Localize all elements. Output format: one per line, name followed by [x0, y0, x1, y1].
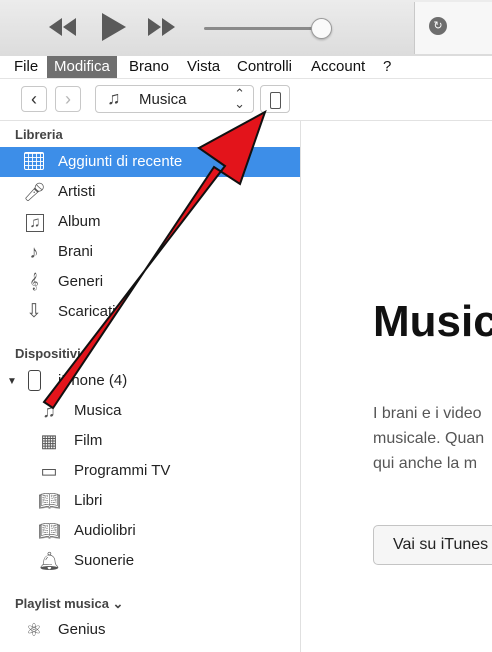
itunes-status-icon: ↻	[429, 17, 447, 35]
device-item-label: Audiolibri	[74, 522, 136, 539]
menu-help[interactable]: ?	[376, 56, 398, 78]
volume-knob[interactable]	[311, 18, 332, 39]
sidebar-item-artists[interactable]: 🎤︎ Artisti	[0, 177, 300, 207]
device-item-label: Film	[74, 432, 103, 449]
music-note-icon: ♫	[107, 88, 121, 108]
menu-bar: File Modifica Brano Vista Controlli Acco…	[0, 56, 492, 79]
sidebar-item-label: Aggiunti di recente	[58, 153, 183, 170]
bell-icon: 🔔︎	[38, 551, 61, 571]
menu-account[interactable]: Account	[304, 56, 372, 78]
menu-controlli[interactable]: Controlli	[230, 56, 299, 78]
sidebar-item-genres[interactable]: 𝄞 Generi	[0, 267, 300, 297]
device-item-ringtones[interactable]: 🔔︎ Suonerie	[0, 546, 300, 576]
device-item-tv[interactable]: ▭ Programmi TV	[0, 456, 300, 486]
forward-button[interactable]: ›	[55, 86, 81, 112]
device-name: iPhone (4)	[58, 372, 128, 389]
sidebar-item-genius[interactable]: ⚛ Genius	[0, 615, 300, 645]
menu-brano[interactable]: Brano	[122, 56, 176, 78]
description-line-3: qui anche la m	[373, 455, 478, 472]
sidebar-item-label: Brani	[58, 243, 94, 260]
sidebar-item-songs[interactable]: ♪ Brani	[0, 237, 300, 267]
music-note-icon: ♪	[29, 242, 39, 262]
description-line-2: musicale. Quan	[373, 430, 485, 447]
library-section-title: Libreria	[15, 127, 63, 142]
device-item-books[interactable]: 📖︎ Libri	[0, 486, 300, 516]
playlist-section-title[interactable]: Playlist musica ⌄	[15, 596, 123, 612]
sidebar-item-album[interactable]: ♫ Album	[0, 207, 300, 237]
guitars-icon: 𝄞	[29, 273, 39, 290]
download-icon: ⇩	[26, 301, 42, 322]
sidebar-item-label: Genius	[58, 621, 106, 638]
menu-vista[interactable]: Vista	[180, 56, 227, 78]
tv-icon: ▭	[40, 461, 58, 481]
album-icon: ♫	[26, 214, 44, 232]
microphone-icon: 🎤︎	[23, 182, 46, 202]
itunes-store-button[interactable]: Vai su iTunes	[373, 525, 492, 565]
device-item-music[interactable]: ♫ Musica	[0, 396, 300, 426]
sidebar-item-label: Generi	[58, 273, 104, 290]
previous-icon[interactable]	[48, 16, 78, 38]
description-line-1: I brani e i video	[373, 405, 482, 422]
iphone-icon	[270, 92, 281, 109]
back-button[interactable]: ‹	[21, 86, 47, 112]
player-bar: ↻	[0, 0, 492, 57]
book-icon: 📖︎	[38, 491, 61, 511]
sidebar: Libreria Aggiunti di recente 🎤︎ Artisti …	[0, 121, 301, 652]
chevron-updown-icon: ⌃ ⌄	[234, 86, 245, 111]
audiobook-icon: 📖︎	[38, 521, 61, 541]
devices-section-title: Dispositivi	[15, 346, 81, 361]
device-item-label: Musica	[74, 402, 122, 419]
sidebar-item-label: Artisti	[58, 183, 96, 200]
play-icon[interactable]	[100, 12, 128, 42]
disclosure-triangle-icon[interactable]: ▼	[7, 376, 17, 387]
menu-file[interactable]: File	[7, 56, 45, 78]
media-kind-select[interactable]: ♫ Musica ⌃ ⌄	[95, 85, 254, 113]
device-iphone[interactable]: ▼ iPhone (4)	[0, 366, 300, 396]
device-item-audiobooks[interactable]: 📖︎ Audiolibri	[0, 516, 300, 546]
sidebar-item-downloaded[interactable]: ⇩ Scaricati	[0, 297, 300, 327]
page-title: Music	[373, 297, 492, 346]
toolbar: ‹ › ♫ Musica ⌃ ⌄	[0, 79, 492, 121]
media-kind-label: Musica	[139, 91, 187, 108]
volume-track[interactable]	[204, 27, 324, 30]
film-icon: ▦	[40, 431, 58, 451]
device-item-label: Suonerie	[74, 552, 135, 569]
device-item-film[interactable]: ▦ Film	[0, 426, 300, 456]
iphone-icon	[28, 370, 41, 391]
device-item-label: Programmi TV	[74, 462, 171, 479]
status-display: ↻	[414, 2, 492, 54]
music-note-icon: ♫	[42, 401, 56, 421]
sidebar-item-label: Scaricati	[58, 303, 116, 320]
main-content: Music I brani e i video musicale. Quan q…	[301, 121, 492, 652]
sidebar-item-recent[interactable]: Aggiunti di recente	[0, 147, 300, 177]
menu-modifica[interactable]: Modifica	[47, 56, 117, 78]
sidebar-item-label: Album	[58, 213, 101, 230]
atom-icon: ⚛	[25, 620, 43, 640]
device-button[interactable]	[260, 85, 290, 113]
grid-icon	[24, 152, 44, 170]
device-item-label: Libri	[74, 492, 103, 509]
next-icon[interactable]	[146, 16, 176, 38]
